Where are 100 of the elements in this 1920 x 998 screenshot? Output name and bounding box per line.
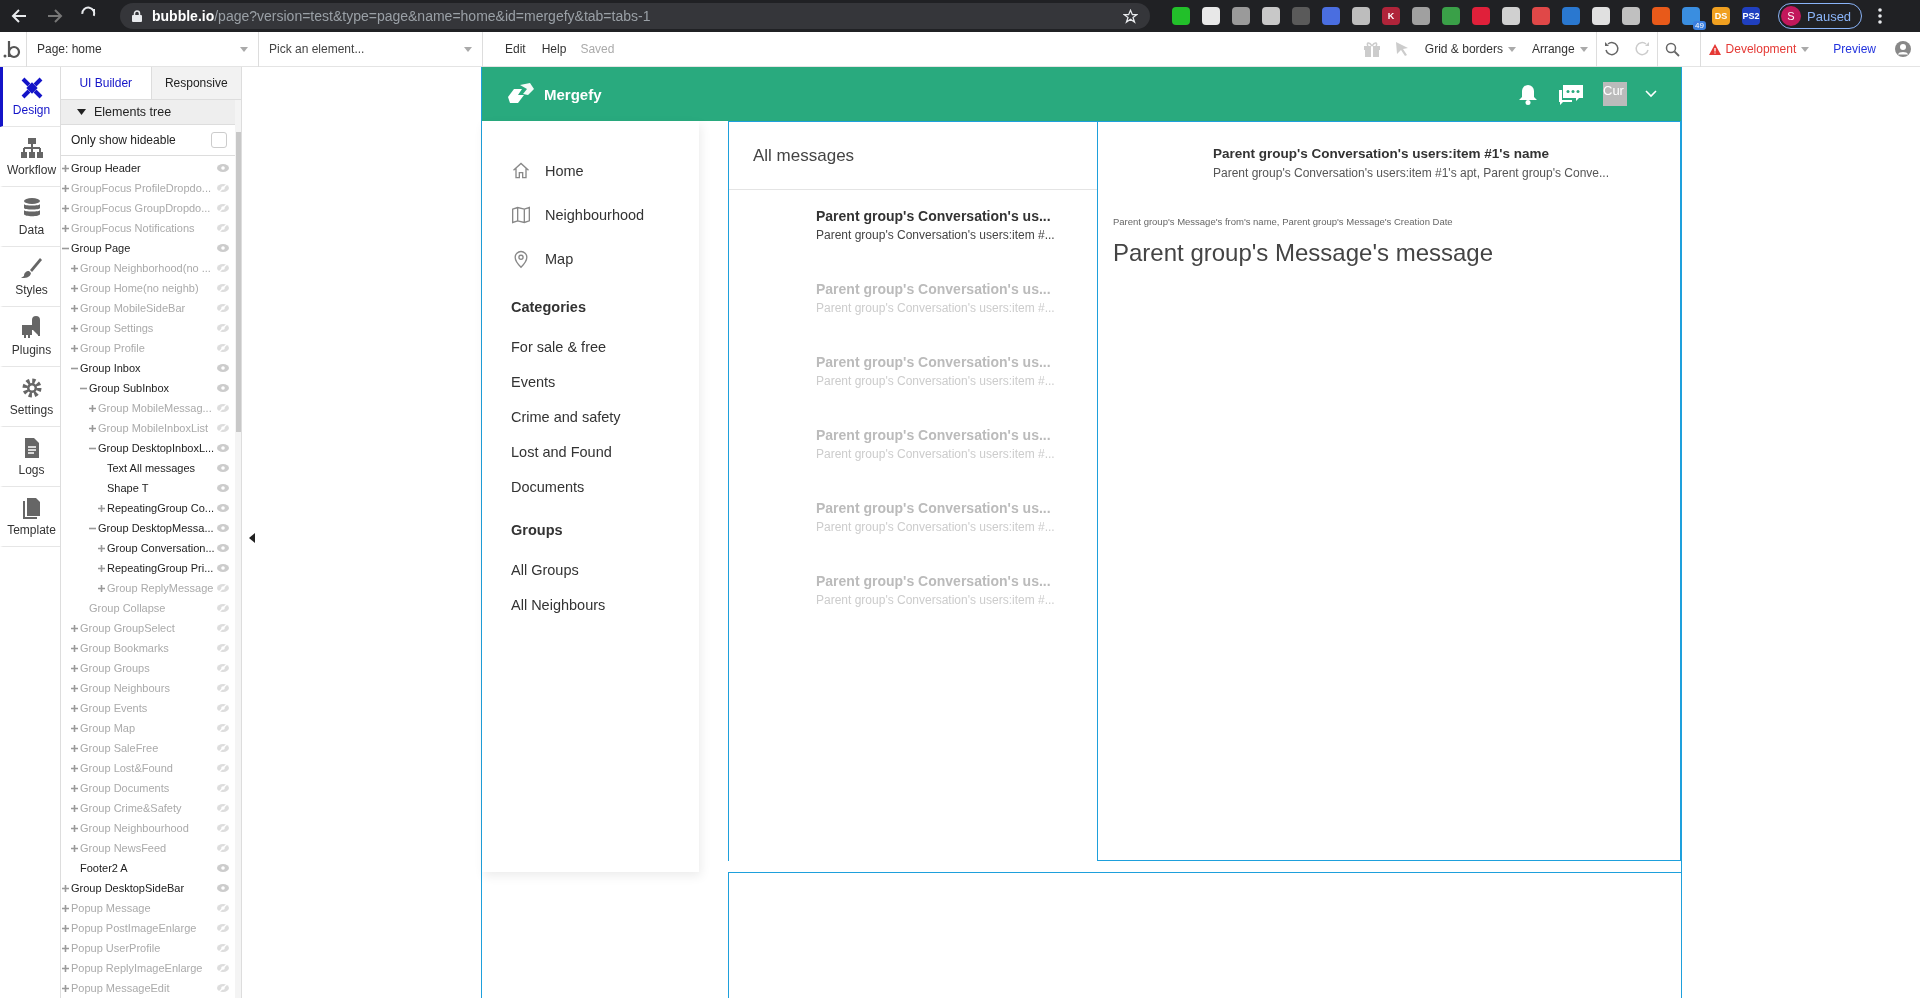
- chat-icon[interactable]: [1557, 83, 1585, 105]
- eye-icon[interactable]: [217, 384, 229, 392]
- nav-link[interactable]: All Neighbours: [511, 587, 699, 622]
- eye-icon[interactable]: [217, 864, 229, 872]
- scrollbar-thumb[interactable]: [236, 132, 241, 432]
- collapse-arrow-icon[interactable]: [249, 533, 255, 543]
- plus-icon[interactable]: [62, 984, 69, 992]
- plus-icon[interactable]: [62, 184, 69, 192]
- sidebar-tab[interactable]: Styles: [0, 247, 60, 307]
- plus-icon[interactable]: [62, 944, 69, 952]
- plus-icon[interactable]: [89, 424, 96, 432]
- plus-icon[interactable]: [62, 164, 69, 172]
- tree-item[interactable]: Group SubInbox: [89, 382, 217, 394]
- plus-icon[interactable]: [71, 704, 78, 712]
- plus-icon[interactable]: [71, 644, 78, 652]
- chevron-down-icon[interactable]: [1645, 90, 1657, 98]
- extension-icon[interactable]: [1592, 7, 1610, 25]
- plus-icon[interactable]: [89, 404, 96, 412]
- nav-link[interactable]: Crime and safety: [511, 399, 699, 434]
- sidebar-tab[interactable]: Data: [0, 187, 60, 247]
- panel-tab[interactable]: Responsive: [151, 67, 241, 99]
- star-icon[interactable]: [1123, 8, 1138, 24]
- plus-icon[interactable]: [71, 844, 78, 852]
- search-icon[interactable]: [1665, 41, 1681, 57]
- tree-item[interactable]: Group Conversation...: [107, 542, 217, 554]
- address-bar[interactable]: bubble.io/page?version=test&type=page&name=home&id=mergefy&tab=tabs-1: [120, 3, 1150, 29]
- extension-icon[interactable]: [1682, 7, 1700, 25]
- extension-icon[interactable]: K: [1382, 7, 1400, 25]
- plus-icon[interactable]: [62, 904, 69, 912]
- eye-icon[interactable]: [217, 444, 229, 452]
- extension-icon[interactable]: [1232, 7, 1250, 25]
- plus-icon[interactable]: [71, 344, 78, 352]
- plus-icon[interactable]: [71, 284, 78, 292]
- checkbox[interactable]: [211, 132, 227, 148]
- plus-icon[interactable]: [71, 624, 78, 632]
- tree-item[interactable]: Shape T: [107, 482, 217, 494]
- eye-icon[interactable]: [217, 364, 229, 372]
- plus-icon[interactable]: [62, 964, 69, 972]
- tree-item[interactable]: Text All messages: [107, 462, 217, 474]
- plus-icon[interactable]: [98, 584, 105, 592]
- plus-icon[interactable]: [71, 764, 78, 772]
- toolbar-menu[interactable]: Grid & borders: [1424, 42, 1516, 56]
- plus-icon[interactable]: [62, 884, 69, 892]
- tree-item[interactable]: Group Header: [71, 162, 217, 174]
- plus-icon[interactable]: [71, 264, 78, 272]
- plus-icon[interactable]: [71, 744, 78, 752]
- extension-icon[interactable]: [1652, 7, 1670, 25]
- tree-header[interactable]: Elements tree: [61, 100, 235, 125]
- gift-icon[interactable]: [1362, 41, 1381, 57]
- plus-icon[interactable]: [71, 804, 78, 812]
- plus-icon[interactable]: [71, 664, 78, 672]
- plus-icon[interactable]: [98, 564, 105, 572]
- plus-icon[interactable]: [71, 824, 78, 832]
- sidebar-tab[interactable]: Logs: [0, 427, 60, 487]
- preview-link[interactable]: Preview: [1833, 42, 1876, 56]
- plus-icon[interactable]: [71, 684, 78, 692]
- nav-link[interactable]: Map: [511, 237, 699, 281]
- plus-icon[interactable]: [62, 924, 69, 932]
- eye-icon[interactable]: [217, 884, 229, 892]
- extension-icon[interactable]: [1532, 7, 1550, 25]
- redo-icon[interactable]: [1633, 41, 1650, 57]
- user-icon[interactable]: [1894, 40, 1912, 58]
- extension-icon[interactable]: [1262, 7, 1280, 25]
- plus-icon[interactable]: [71, 724, 78, 732]
- menu-item[interactable]: Edit: [505, 42, 526, 56]
- sidebar-tab[interactable]: Workflow: [0, 127, 60, 187]
- extension-icon[interactable]: [1622, 7, 1640, 25]
- plus-icon[interactable]: [98, 504, 105, 512]
- eye-icon[interactable]: [217, 504, 229, 512]
- tree-item[interactable]: Group DesktopMessa...: [98, 522, 217, 534]
- plus-icon[interactable]: [71, 324, 78, 332]
- conversation-title[interactable]: Parent group's Conversation's us...: [816, 208, 1097, 224]
- page-dropdown[interactable]: Page: home: [27, 31, 259, 67]
- sidebar-tab[interactable]: Template: [0, 487, 60, 547]
- nav-link[interactable]: Events: [511, 364, 699, 399]
- sidebar-tab[interactable]: Plugins: [0, 307, 60, 367]
- plus-icon[interactable]: [62, 204, 69, 212]
- nav-link[interactable]: Neighbourhood: [511, 193, 699, 237]
- extension-icon[interactable]: [1172, 7, 1190, 25]
- nav-link[interactable]: All Groups: [511, 552, 699, 587]
- tree-item[interactable]: Group DesktopInboxL...: [98, 442, 217, 454]
- eye-icon[interactable]: [217, 524, 229, 532]
- element-dropdown[interactable]: Pick an element...: [259, 31, 483, 67]
- sidebar-tab[interactable]: Settings: [0, 367, 60, 427]
- extension-icon[interactable]: [1502, 7, 1520, 25]
- menu-item[interactable]: Help: [541, 42, 567, 56]
- extension-icon[interactable]: [1562, 7, 1580, 25]
- nav-link[interactable]: For sale & free: [511, 329, 699, 364]
- tree-item[interactable]: Footer2 A: [80, 862, 217, 874]
- extension-icon[interactable]: [1472, 7, 1490, 25]
- cursor-icon[interactable]: [1394, 41, 1409, 57]
- eye-icon[interactable]: [217, 164, 229, 172]
- eye-icon[interactable]: [217, 484, 229, 492]
- undo-icon[interactable]: [1603, 41, 1620, 57]
- bell-icon[interactable]: [1517, 83, 1539, 105]
- tree-item[interactable]: Group Page: [71, 242, 217, 254]
- plus-icon[interactable]: [98, 544, 105, 552]
- extension-icon[interactable]: [1202, 7, 1220, 25]
- tree-item[interactable]: RepeatingGroup Co...: [107, 502, 217, 514]
- extension-icon[interactable]: PS2: [1742, 7, 1760, 25]
